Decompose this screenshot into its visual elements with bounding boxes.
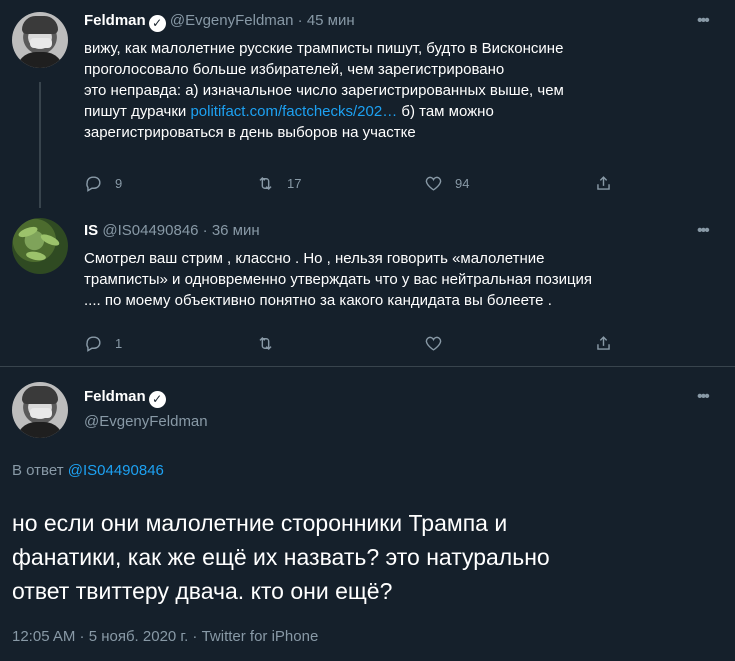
like-button[interactable]	[424, 334, 443, 353]
reply-to: В ответ @IS04490846	[12, 462, 164, 479]
avatar-mask	[30, 408, 52, 418]
avatar-body	[16, 52, 64, 68]
main-tweet-text: но если они малолетние сторонники Трампа…	[12, 506, 712, 608]
tweet-text-line: проголосовало больше избирателей, чем за…	[84, 61, 505, 78]
tweet-actions: 1	[84, 334, 724, 354]
tweet-text: вижу, как малолетние русские трамписты п…	[84, 38, 724, 143]
handle[interactable]: @IS04490846	[102, 222, 198, 239]
reply-button[interactable]: 1	[84, 334, 122, 353]
retweet-button[interactable]: 17	[256, 174, 301, 193]
handle[interactable]: @EvgenyFeldman	[170, 12, 294, 29]
like-button[interactable]: 94	[424, 174, 469, 193]
main-handle: @EvgenyFeldman	[84, 413, 208, 430]
display-name[interactable]: Feldman	[84, 12, 146, 29]
avatar[interactable]	[12, 382, 68, 438]
heart-icon	[425, 336, 442, 351]
retweet-count: 17	[287, 176, 302, 191]
tweet-text-line: .... по моему объективно понятно за како…	[84, 292, 552, 309]
reply-icon	[86, 176, 101, 192]
share-button[interactable]	[594, 174, 613, 193]
more-icon[interactable]: •••	[697, 388, 710, 406]
reply-prefix: В ответ	[12, 462, 68, 479]
tweet-meta[interactable]: 12:05 AM · 5 нояб. 2020 г. · Twitter for…	[12, 628, 318, 645]
retweet-button[interactable]	[256, 334, 275, 353]
tweet-text-line: трамписты» и одновременно утверждать что…	[84, 271, 593, 288]
tweet-text-fragment: пишут дурачки	[84, 103, 191, 120]
avatar-hair	[22, 16, 58, 34]
avatar[interactable]	[12, 218, 68, 274]
tweet-text-line: вижу, как малолетние русские трамписты п…	[84, 40, 564, 57]
reply-icon	[86, 336, 101, 352]
reply-handle-link[interactable]: @IS04490846	[68, 462, 164, 479]
share-icon	[597, 336, 610, 350]
tweet-text-line: зарегистрироваться в день выборов на уча…	[84, 124, 416, 141]
verified-badge-icon: ✓	[148, 391, 166, 408]
share-icon	[597, 176, 610, 190]
tweet-actions: 9 17 94	[84, 174, 724, 194]
like-count: 94	[455, 176, 470, 191]
tweet-feldman-1[interactable]: Feldman ✓ @EvgenyFeldman · 45 мин ••• виж…	[0, 0, 735, 210]
tweet-text-line: Смотрел ваш стрим , классно . Но , нельз…	[84, 250, 545, 267]
heart-icon	[425, 176, 442, 191]
tweet-text: Смотрел ваш стрим , классно . Но , нельз…	[84, 248, 724, 311]
retweet-icon	[259, 176, 272, 191]
tweet-text-line: фанатики, как же ещё их назвать? это нат…	[12, 544, 550, 570]
tweet-is[interactable]: IS @IS04490846 · 36 мин ••• Смотрел ваш …	[0, 210, 735, 370]
tweet-text-line: ответ твиттеру двача. кто они ещё?	[12, 578, 393, 604]
retweet-icon	[259, 336, 272, 351]
avatar-leaf	[17, 224, 39, 240]
politifact-link[interactable]: politifact.com/factchecks/202…	[190, 103, 397, 120]
tweet-header: Feldman ✓ @EvgenyFeldman · 45 мин	[84, 12, 355, 32]
tweet-header: IS @IS04490846 · 36 мин	[84, 222, 260, 239]
avatar-body	[16, 422, 64, 438]
tweet-text-line: это неправда: а) изначальное число зарег…	[84, 82, 564, 99]
handle[interactable]: @EvgenyFeldman	[84, 413, 208, 430]
more-icon[interactable]: •••	[697, 12, 710, 30]
thread-line	[39, 82, 41, 208]
avatar-leaf	[25, 250, 47, 262]
tweet-text-line: пишут дурачки politifact.com/factchecks/…	[84, 101, 724, 122]
tweet-text-fragment: б) там можно	[397, 103, 494, 120]
reply-count: 1	[115, 336, 123, 351]
display-name[interactable]: Feldman	[84, 388, 146, 405]
main-display-name: Feldman ✓	[84, 388, 166, 408]
timestamp[interactable]: · 45 мин	[298, 12, 355, 29]
reply-count: 9	[115, 176, 123, 191]
share-button[interactable]	[594, 334, 613, 353]
avatar-leaf	[39, 232, 61, 248]
display-name[interactable]: IS	[84, 222, 98, 239]
avatar-mask	[30, 38, 52, 48]
avatar-hair	[22, 386, 58, 404]
divider	[0, 366, 735, 367]
reply-button[interactable]: 9	[84, 174, 122, 193]
verified-badge-icon: ✓	[148, 15, 166, 32]
avatar[interactable]	[12, 12, 68, 68]
tweet-text-line: но если они малолетние сторонники Трампа…	[12, 510, 508, 536]
more-icon[interactable]: •••	[697, 222, 710, 240]
timestamp[interactable]: · 36 мин	[203, 222, 260, 239]
